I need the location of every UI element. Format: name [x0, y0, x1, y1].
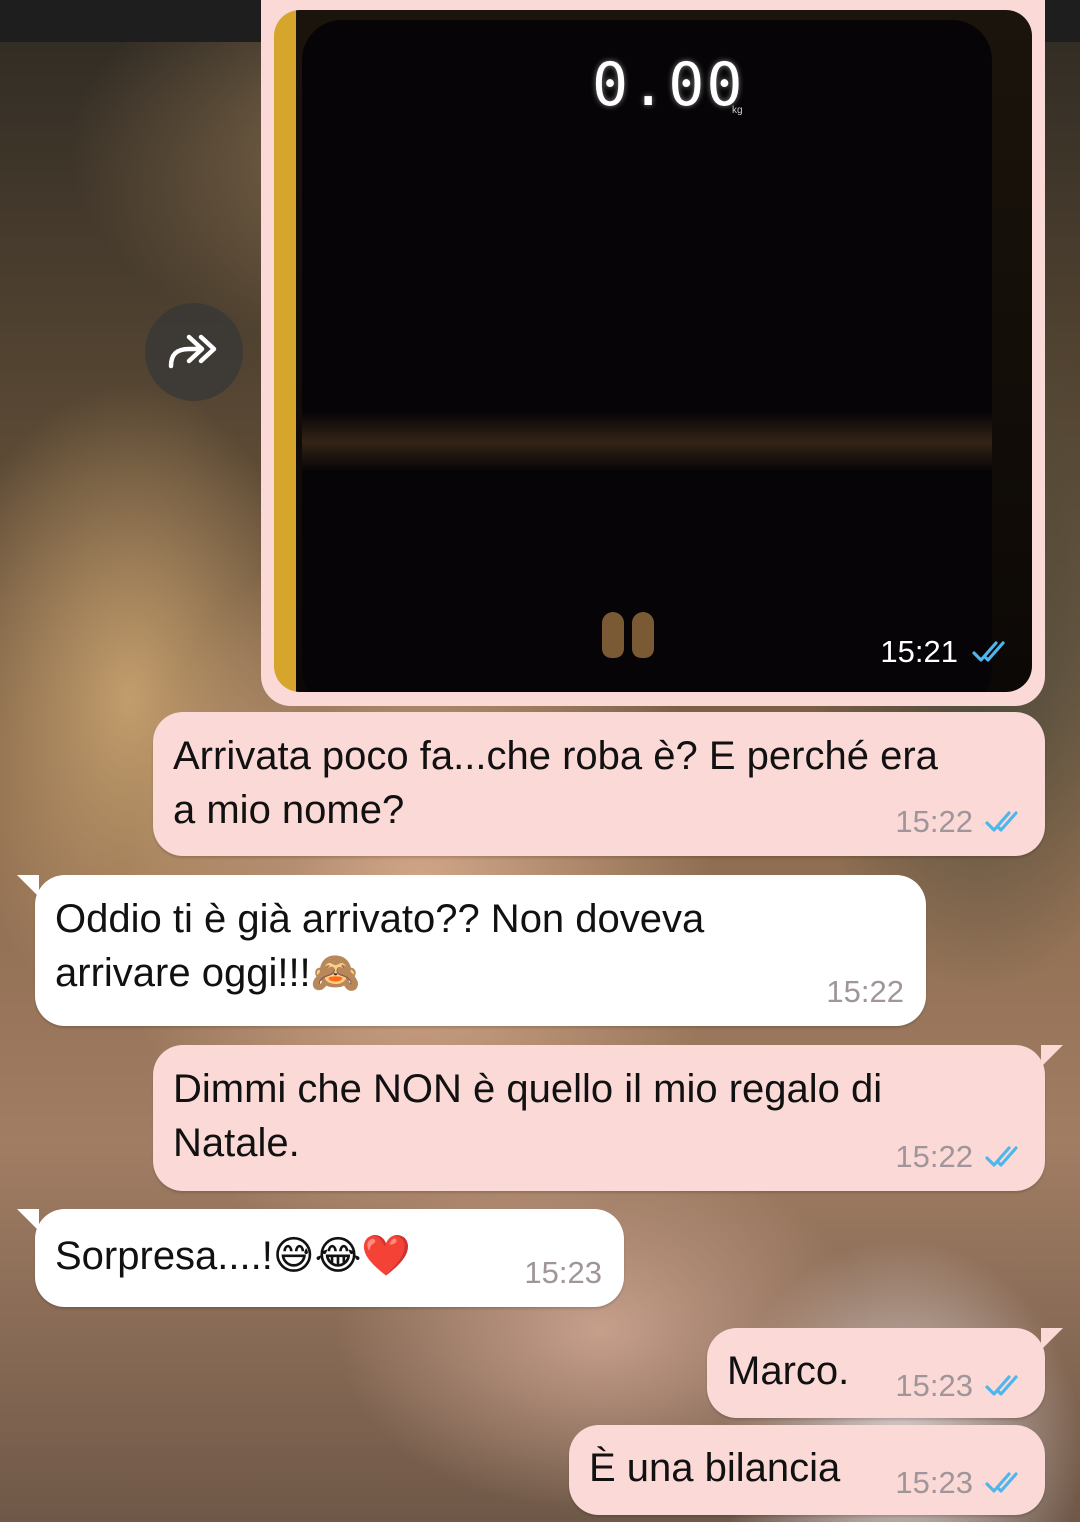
- double-check-icon: [985, 1472, 1018, 1493]
- message-meta: 15:23: [895, 1368, 1025, 1404]
- image-message-bubble[interactable]: 0.00 kg 15:21: [261, 0, 1045, 706]
- scale-unit: kg: [732, 105, 743, 116]
- message-bubble-incoming[interactable]: Sorpresa....!😅😂❤️ 15:23: [17, 1209, 624, 1307]
- double-check-icon: [972, 641, 1005, 662]
- message-text: Oddio ti è già arrivato?? Non doveva arr…: [55, 897, 705, 995]
- message-time: 15:22: [895, 804, 973, 839]
- message-meta: 15:23: [524, 1255, 602, 1291]
- message-bubble-outgoing[interactable]: Dimmi che NON è quello il mio regalo di …: [153, 1045, 1063, 1191]
- scale-readout: 0.00: [592, 50, 745, 120]
- message-meta: 15:23: [895, 1465, 1025, 1501]
- message-text: Arrivata poco fa...che roba è? E perché …: [173, 734, 938, 832]
- message-meta: 15:22: [895, 804, 1025, 840]
- message-time: 15:22: [826, 974, 904, 1009]
- message-time: 15:22: [895, 1139, 973, 1174]
- double-check-icon: [985, 1375, 1018, 1396]
- message-time: 15:23: [895, 1368, 973, 1403]
- message-time: 15:21: [880, 634, 958, 669]
- message-text: È una bilancia: [589, 1446, 841, 1490]
- bubble-tail: [1041, 1045, 1063, 1067]
- forward-icon: [168, 334, 217, 369]
- scale-reflection: [302, 412, 992, 472]
- double-check-icon: [985, 811, 1018, 832]
- message-photo[interactable]: 0.00 kg 15:21: [274, 10, 1032, 692]
- bubble-tail: [1041, 1328, 1063, 1350]
- message-time: 15:23: [524, 1255, 602, 1290]
- message-meta: 15:22: [826, 974, 904, 1010]
- bubble-tail: [17, 1209, 39, 1231]
- bathroom-scale-image: 0.00 kg: [302, 20, 992, 692]
- forward-button[interactable]: [145, 303, 243, 401]
- feet-icon: [602, 612, 654, 658]
- bubble-tail: [17, 875, 39, 897]
- message-text: Sorpresa....!😅😂❤️: [55, 1234, 412, 1278]
- message-text: Dimmi che NON è quello il mio regalo di …: [173, 1067, 883, 1165]
- image-message-meta: 15:21: [880, 634, 1012, 670]
- message-text: Marco.: [727, 1349, 850, 1393]
- message-bubble-incoming[interactable]: Oddio ti è già arrivato?? Non doveva arr…: [17, 875, 926, 1026]
- double-check-icon: [985, 1146, 1018, 1167]
- message-bubble-outgoing[interactable]: Arrivata poco fa...che roba è? E perché …: [153, 712, 1045, 856]
- message-meta: 15:22: [895, 1139, 1025, 1175]
- message-bubble-outgoing[interactable]: Marco. 15:23: [707, 1328, 1063, 1418]
- message-bubble-outgoing[interactable]: È una bilancia 15:23: [569, 1425, 1045, 1515]
- message-time: 15:23: [895, 1465, 973, 1500]
